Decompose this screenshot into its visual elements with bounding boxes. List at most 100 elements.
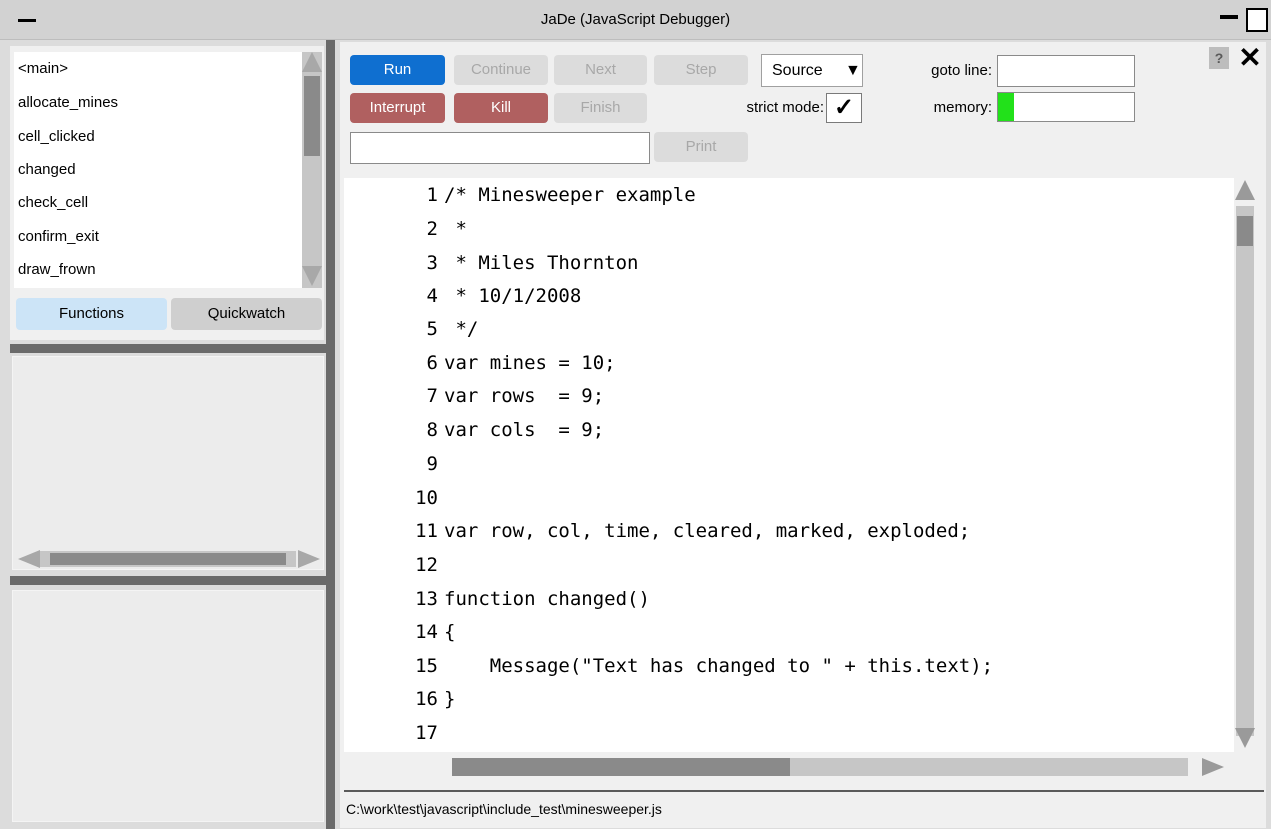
checkmark-icon: ✓: [833, 94, 855, 121]
next-button[interactable]: Next: [554, 55, 647, 85]
function-item-changed[interactable]: changed: [18, 153, 76, 187]
code-text: var row, col, time, cleared, marked, exp…: [444, 520, 971, 542]
function-item-main[interactable]: <main>: [18, 52, 68, 86]
tab-functions[interactable]: Functions: [16, 298, 167, 330]
panel-splitter-bottom[interactable]: [10, 576, 326, 585]
panel-splitter-top[interactable]: [10, 344, 326, 353]
code-text: }: [444, 688, 456, 710]
line-number: 3: [426, 252, 438, 274]
line-number: 6: [426, 352, 438, 374]
code-text: Message("Text has changed to " + this.te…: [444, 655, 994, 677]
interrupt-button[interactable]: Interrupt: [350, 93, 445, 123]
step-button[interactable]: Step: [654, 55, 748, 85]
code-text: * Miles Thornton: [444, 252, 639, 274]
scroll-up-icon[interactable]: [302, 52, 322, 72]
line-number: 10: [415, 487, 438, 509]
line-number: 15: [415, 655, 438, 677]
code-vscrollbar[interactable]: [1236, 206, 1254, 736]
scroll-left-icon[interactable]: [18, 550, 40, 568]
scroll-down-icon[interactable]: [302, 266, 322, 286]
maximize-icon[interactable]: [1246, 8, 1268, 32]
output-panel: [12, 590, 324, 822]
status-separator: [344, 790, 1264, 792]
code-text: var cols = 9;: [444, 419, 605, 441]
code-line: 13 function changed(): [344, 582, 650, 616]
code-vscroll-thumb[interactable]: [1237, 216, 1253, 246]
code-text: var mines = 10;: [444, 352, 616, 374]
line-number: 1: [426, 184, 438, 206]
function-list[interactable]: <main> allocate_mines cell_clicked chang…: [14, 52, 302, 288]
print-expression-input[interactable]: [350, 132, 650, 164]
code-line: 1 /* Minesweeper example: [344, 178, 696, 212]
code-text: {: [444, 621, 456, 643]
code-line: 5 */: [344, 312, 479, 346]
continue-button[interactable]: Continue: [454, 55, 548, 85]
code-scroll-up-icon[interactable]: [1235, 180, 1255, 200]
memory-bar-fill: [998, 93, 1014, 121]
code-line: 7 var rows = 9;: [344, 379, 605, 413]
code-line: 15 Message("Text has changed to " + this…: [344, 649, 993, 683]
line-number: 12: [415, 554, 438, 576]
code-scroll-down-icon[interactable]: [1235, 728, 1255, 748]
function-item-confirm-exit[interactable]: confirm_exit: [18, 220, 99, 254]
code-hscroll-thumb[interactable]: [452, 758, 790, 776]
minimize-icon[interactable]: [1220, 15, 1238, 19]
line-number: 14: [415, 621, 438, 643]
code-line: 9: [344, 447, 444, 481]
line-number: 8: [426, 419, 438, 441]
source-code-view[interactable]: 1 /* Minesweeper example 2 * 3 * Miles Th…: [344, 178, 1234, 752]
vertical-splitter[interactable]: [326, 40, 335, 829]
help-icon[interactable]: ?: [1209, 47, 1229, 69]
function-item-draw-frown[interactable]: draw_frown: [18, 253, 96, 287]
line-number: 13: [415, 588, 438, 610]
code-line: 6 var mines = 10;: [344, 346, 616, 380]
goto-line-label: goto line:: [931, 62, 992, 79]
line-number: 2: [426, 218, 438, 240]
code-line: 8 var cols = 9;: [344, 413, 605, 447]
finish-button[interactable]: Finish: [554, 93, 647, 123]
scroll-right-icon[interactable]: [298, 550, 320, 568]
code-scroll-right-icon[interactable]: [1202, 758, 1224, 776]
code-text: function changed(): [444, 588, 650, 610]
quickwatch-panel: [12, 356, 324, 570]
code-line: 4 * 10/1/2008: [344, 279, 582, 313]
minimize-left-icon[interactable]: [18, 19, 36, 22]
run-button[interactable]: Run: [350, 55, 445, 85]
function-item-cell-clicked[interactable]: cell_clicked: [18, 120, 95, 154]
code-text: */: [444, 318, 479, 340]
code-text: /* Minesweeper example: [444, 184, 696, 206]
line-number: 4: [426, 285, 438, 307]
file-path-status: C:\work\test\javascript\include_test\min…: [346, 801, 662, 817]
line-number: 7: [426, 385, 438, 407]
code-text: * 10/1/2008: [444, 285, 582, 307]
code-line: 3 * Miles Thornton: [344, 246, 639, 280]
function-item-allocate-mines[interactable]: allocate_mines: [18, 86, 118, 120]
close-icon[interactable]: ✕: [1236, 44, 1264, 72]
function-item-check-cell[interactable]: check_cell: [18, 186, 88, 220]
line-number: 5: [426, 318, 438, 340]
tab-quickwatch[interactable]: Quickwatch: [171, 298, 322, 330]
kill-button[interactable]: Kill: [454, 93, 548, 123]
strict-mode-label: strict mode:: [746, 99, 824, 116]
line-number: 11: [415, 520, 438, 542]
code-line: 12: [344, 548, 444, 582]
print-button[interactable]: Print: [654, 132, 748, 162]
code-line: 10: [344, 481, 444, 515]
code-line: 16}: [344, 682, 455, 716]
code-line: 17: [344, 716, 444, 750]
goto-line-input[interactable]: [997, 55, 1135, 87]
memory-label: memory:: [933, 99, 992, 116]
window-title: JaDe (JavaScript Debugger): [540, 11, 731, 28]
dropdown-arrow-icon[interactable]: ▼: [845, 54, 861, 87]
code-text: var rows = 9;: [444, 385, 605, 407]
code-line: 2 *: [344, 212, 467, 246]
quickwatch-hscroll-thumb[interactable]: [50, 553, 286, 565]
code-line: 14 {: [344, 615, 455, 649]
code-line: 11 var row, col, time, cleared, marked, e…: [344, 514, 970, 548]
code-text: *: [444, 218, 467, 240]
function-list-scroll-thumb[interactable]: [304, 76, 320, 156]
line-number: 16: [415, 688, 438, 710]
line-number: 17: [415, 722, 438, 744]
memory-bar: [997, 92, 1135, 122]
line-number: 9: [426, 453, 438, 475]
